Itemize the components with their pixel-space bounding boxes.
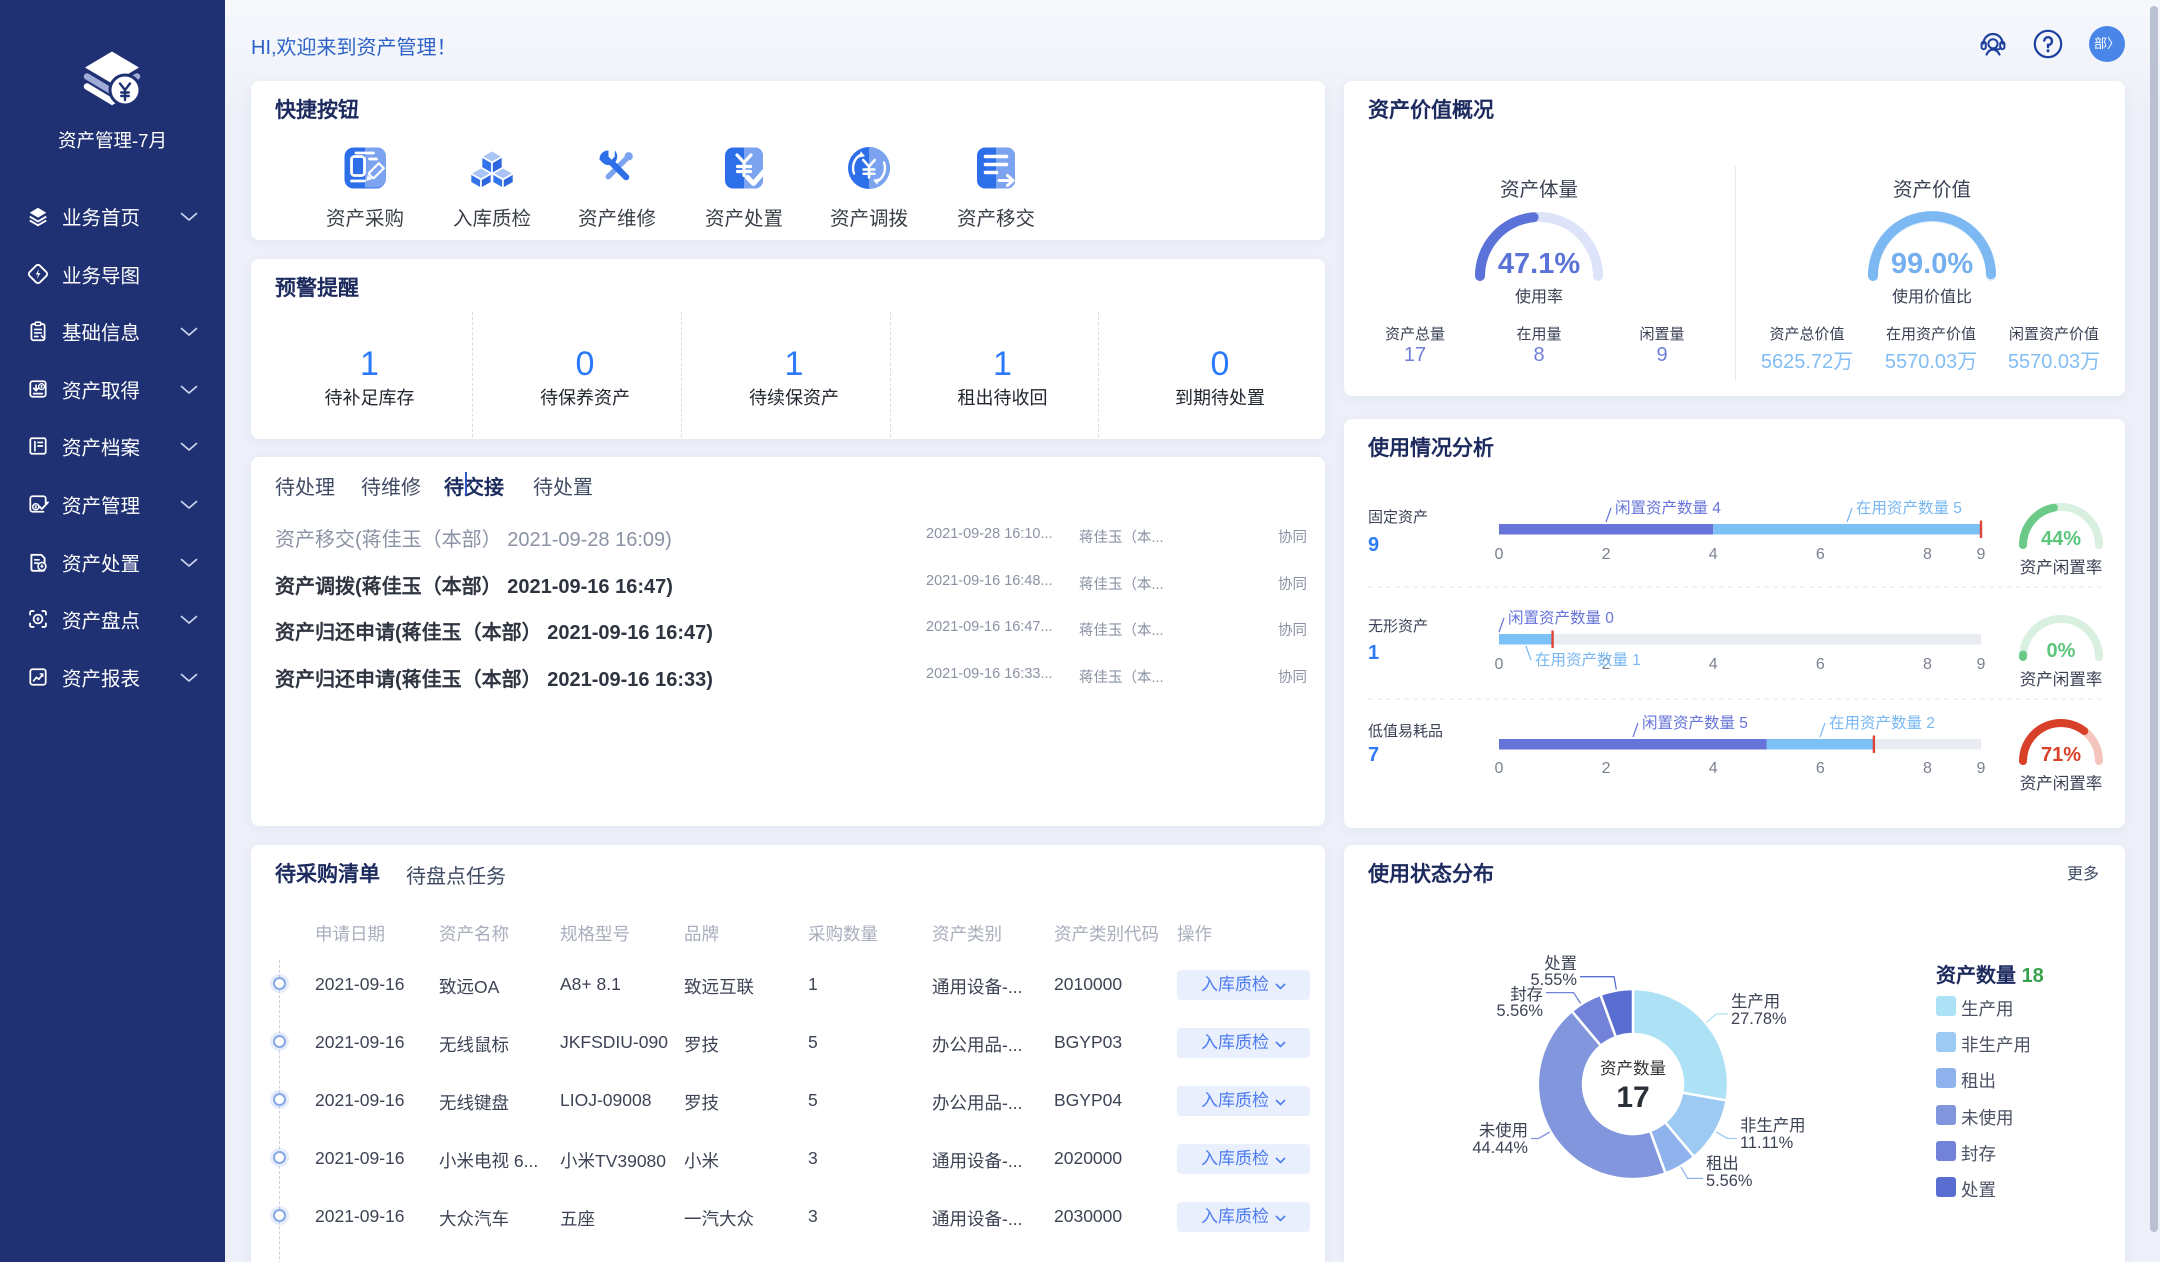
svg-text:6: 6	[1816, 656, 1825, 673]
svg-text:闲置资产数量 0: 闲置资产数量 0	[1508, 609, 1614, 627]
svg-text:44.44%: 44.44%	[1472, 1139, 1528, 1157]
svg-text:2: 2	[1602, 760, 1611, 777]
svg-text:未使用: 未使用	[1479, 1122, 1528, 1140]
svg-text:8: 8	[1923, 656, 1932, 673]
svg-text:在用资产数量 1: 在用资产数量 1	[1535, 651, 1641, 669]
svg-text:租出: 租出	[1706, 1155, 1739, 1173]
svg-text:0: 0	[1495, 760, 1504, 777]
svg-text:6: 6	[1816, 546, 1825, 563]
svg-text:0: 0	[1495, 656, 1504, 673]
svg-text:8: 8	[1923, 546, 1932, 563]
svg-text:11.11%: 11.11%	[1740, 1134, 1793, 1152]
svg-text:0: 0	[1495, 546, 1504, 563]
svg-text:8: 8	[1923, 760, 1932, 777]
svg-text:闲置资产数量 4: 闲置资产数量 4	[1615, 499, 1721, 517]
svg-text:在用资产数量 2: 在用资产数量 2	[1829, 714, 1935, 732]
svg-text:资产数量: 资产数量	[1600, 1059, 1666, 1078]
svg-text:6: 6	[1816, 760, 1825, 777]
svg-text:9: 9	[1977, 656, 1986, 673]
svg-text:5.55%: 5.55%	[1531, 971, 1577, 989]
svg-text:闲置资产数量 5: 闲置资产数量 5	[1642, 714, 1748, 732]
svg-text:2: 2	[1602, 546, 1611, 563]
svg-text:17: 17	[1616, 1081, 1649, 1114]
svg-text:非生产用: 非生产用	[1740, 1117, 1806, 1135]
svg-text:4: 4	[1709, 546, 1718, 563]
svg-text:4: 4	[1709, 656, 1718, 673]
svg-text:5.56%: 5.56%	[1497, 1002, 1543, 1020]
svg-text:在用资产数量 5: 在用资产数量 5	[1856, 499, 1962, 517]
svg-text:27.78%: 27.78%	[1731, 1010, 1787, 1028]
svg-text:5.56%: 5.56%	[1706, 1172, 1752, 1190]
svg-text:9: 9	[1977, 546, 1986, 563]
svg-text:9: 9	[1977, 760, 1986, 777]
svg-text:生产用: 生产用	[1731, 993, 1780, 1011]
svg-text:4: 4	[1709, 760, 1718, 777]
